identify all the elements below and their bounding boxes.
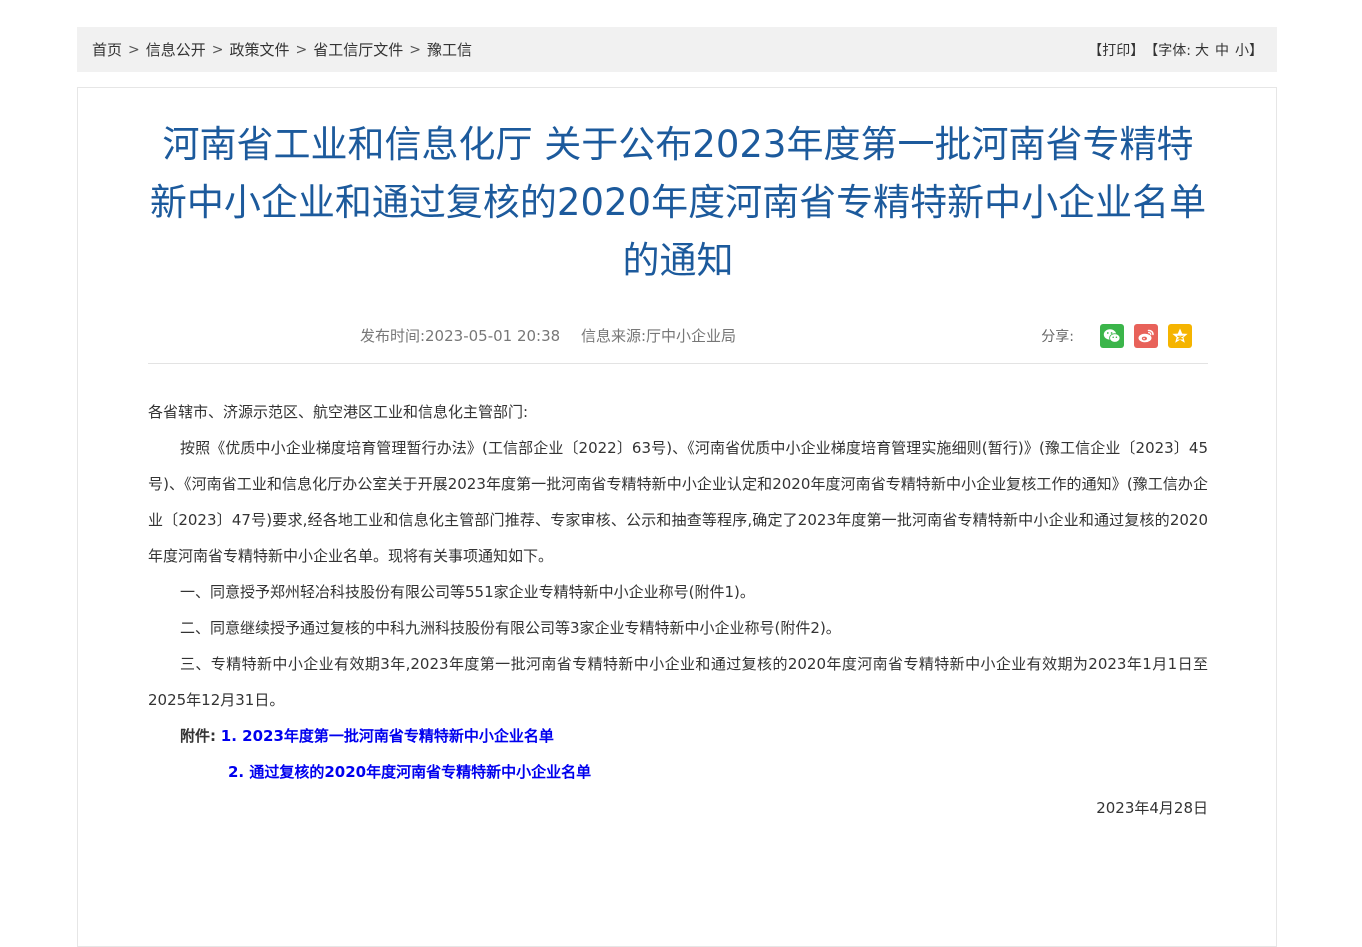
article-content: 各省辖市、济源示范区、航空港区工业和信息化主管部门: 按照《优质中小企业梯度培育…: [148, 394, 1208, 826]
body-paragraph-item-1: 一、同意授予郑州轻冶科技股份有限公司等551家企业专精特新中小企业称号(附件1)…: [180, 583, 755, 601]
breadcrumb: 首页 > 信息公开 > 政策文件 > 省工信厅文件 > 豫工信: [92, 39, 472, 60]
salutation: 各省辖市、济源示范区、航空港区工业和信息化主管部门:: [148, 403, 529, 421]
source-label: 信息来源:: [580, 327, 647, 345]
body-paragraph-intro: 按照《优质中小企业梯度培育管理暂行办法》(工信部企业〔2022〕63号)、《河南…: [148, 439, 1208, 565]
breadcrumb-separator: >: [295, 41, 308, 58]
attachment-link-1[interactable]: 1. 2023年度第一批河南省专精特新中小企业名单: [221, 727, 554, 745]
page-tools: 【打印】 【字体: 大 中 小 】: [1088, 40, 1263, 60]
article-meta-info: 发布时间:2023-05-01 20:38 信息来源:厅中小企业局: [148, 323, 948, 349]
body-paragraph-item-3: 三、专精特新中小企业有效期3年,2023年度第一批河南省专精特新中小企业和通过复…: [148, 655, 1208, 709]
publish-time: 2023-05-01 20:38: [425, 327, 561, 345]
breadcrumb-bar: 首页 > 信息公开 > 政策文件 > 省工信厅文件 > 豫工信 【打印】 【字体…: [77, 27, 1277, 72]
font-size-bracket-close: 】: [1249, 42, 1263, 59]
article-title: 河南省工业和信息化厅 关于公布2023年度第一批河南省专精特新中小企业和通过复核…: [149, 123, 1207, 282]
breadcrumb-info-public[interactable]: 信息公开: [146, 39, 206, 60]
share-wechat-button[interactable]: [1100, 324, 1124, 348]
print-button[interactable]: 【打印】: [1088, 40, 1144, 60]
attachment-row-1: 附件: 1. 2023年度第一批河南省专精特新中小企业名单: [148, 718, 1208, 754]
source-value: 厅中小企业局: [646, 327, 737, 345]
qzone-icon: [1172, 328, 1188, 343]
attachment-link-2[interactable]: 2. 通过复核的2020年度河南省专精特新中小企业名单: [228, 763, 591, 781]
breadcrumb-dept-docs[interactable]: 省工信厅文件: [313, 39, 403, 60]
breadcrumb-home[interactable]: 首页: [92, 39, 122, 60]
breadcrumb-separator: >: [128, 41, 140, 58]
weibo-icon: [1138, 329, 1154, 343]
wechat-icon: [1103, 329, 1121, 343]
attachment-row-2: 2. 通过复核的2020年度河南省专精特新中小企业名单: [148, 754, 1208, 790]
document-date: 2023年4月28日: [1096, 799, 1208, 817]
font-size-medium-button[interactable]: 中: [1215, 40, 1229, 60]
font-size-small-button[interactable]: 小: [1235, 40, 1249, 60]
attachment-label: 附件:: [180, 727, 216, 745]
font-size-label: 【字体:: [1144, 42, 1191, 59]
share-qzone-button[interactable]: [1168, 324, 1192, 348]
publish-time-label: 发布时间:: [359, 327, 426, 345]
font-size-large-button[interactable]: 大: [1195, 40, 1209, 60]
share-weibo-button[interactable]: [1134, 324, 1158, 348]
share-label: 分享:: [1041, 329, 1074, 345]
share-bar: 分享:: [1041, 323, 1192, 349]
breadcrumb-separator: >: [211, 41, 224, 58]
breadcrumb-policy-docs[interactable]: 政策文件: [230, 39, 290, 60]
body-paragraph-item-2: 二、同意继续授予通过复核的中科九洲科技股份有限公司等3家企业专精特新中小企业称号…: [180, 619, 841, 637]
breadcrumb-separator: >: [409, 41, 421, 58]
breadcrumb-yugongxin[interactable]: 豫工信: [427, 39, 472, 60]
article-panel: 河南省工业和信息化厅 关于公布2023年度第一批河南省专精特新中小企业和通过复核…: [77, 87, 1277, 947]
article-meta: 发布时间:2023-05-01 20:38 信息来源:厅中小企业局 分享:: [148, 323, 1208, 364]
